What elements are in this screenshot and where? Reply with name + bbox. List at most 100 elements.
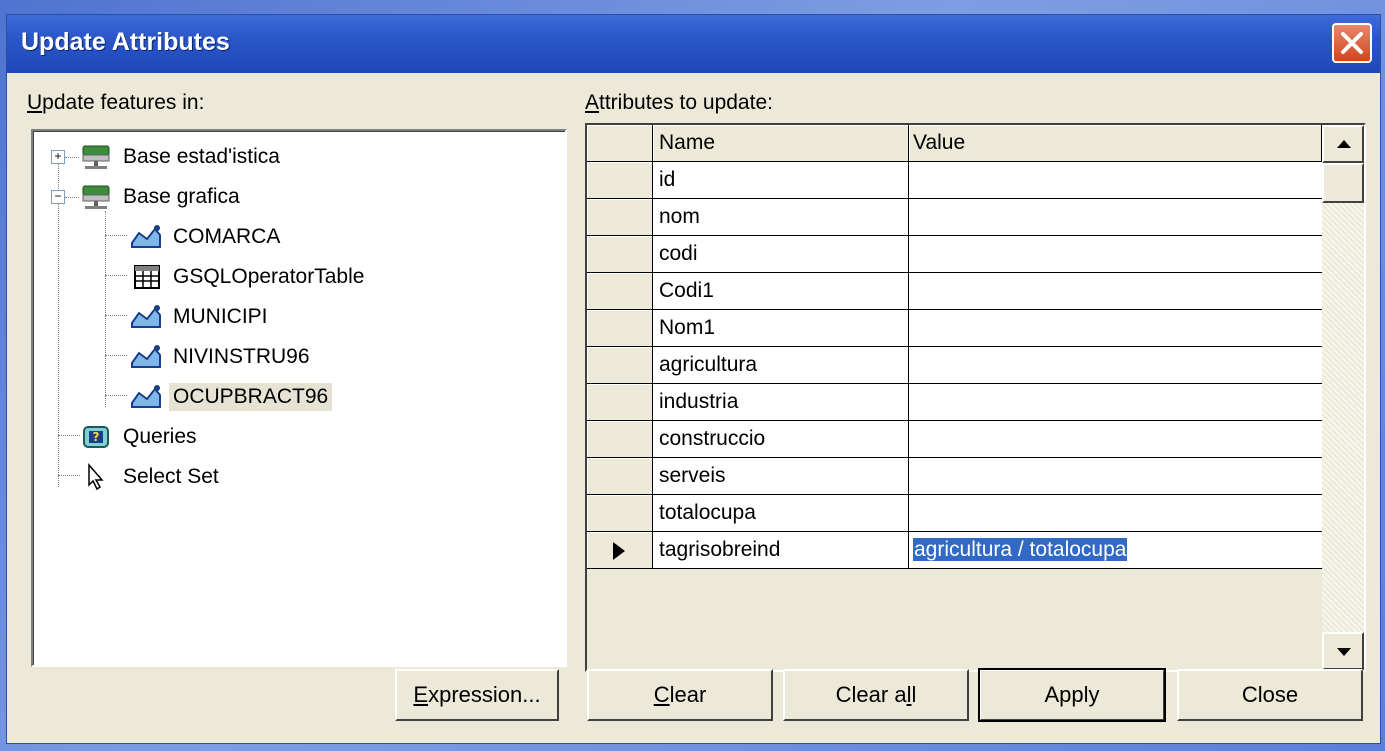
attributes-grid[interactable]: Name Value id nom codi Codi1 Nom1 agricu… — [585, 123, 1366, 672]
attribute-name: nom — [653, 199, 909, 236]
tree-connector — [105, 315, 127, 316]
tree-item-label: Select Set — [123, 465, 219, 488]
tree-connector — [105, 211, 106, 407]
tree-item-queries[interactable]: ? Queries — [79, 419, 201, 455]
feature-class-icon — [131, 305, 161, 328]
tree-connector — [105, 355, 127, 356]
table-row[interactable]: id — [587, 162, 1322, 199]
tree-item-label: NIVINSTRU96 — [173, 345, 310, 368]
selected-expression: agricultura / totalocupa — [913, 538, 1128, 561]
row-selector[interactable] — [587, 458, 653, 495]
arrow-down-icon — [1337, 648, 1351, 656]
tree-connector — [65, 197, 79, 198]
row-selector[interactable] — [587, 162, 653, 199]
tree-connector — [58, 159, 59, 487]
grid-header: Name Value — [587, 125, 1322, 162]
tree-connector — [105, 395, 127, 396]
table-row[interactable]: construccio — [587, 421, 1322, 458]
attribute-name: Codi1 — [653, 273, 909, 310]
expand-toggle[interactable]: + — [51, 150, 65, 164]
tree-item-nivinstru96[interactable]: NIVINSTRU96 — [129, 339, 314, 375]
current-row-arrow-icon — [613, 542, 625, 560]
grid-body: Name Value id nom codi Codi1 Nom1 agricu… — [587, 125, 1322, 670]
scroll-up-button[interactable] — [1322, 125, 1364, 163]
attribute-value[interactable] — [909, 495, 1322, 532]
attribute-value-editor[interactable]: agricultura / totalocupa — [909, 532, 1322, 569]
arrow-up-icon — [1337, 140, 1351, 148]
row-selector[interactable] — [587, 199, 653, 236]
row-selector[interactable] — [587, 236, 653, 273]
tree-item-label: COMARCA — [173, 225, 281, 248]
tree-connector — [105, 235, 127, 236]
tree-item-comarca[interactable]: COMARCA — [129, 219, 284, 255]
row-selector[interactable] — [587, 384, 653, 421]
attribute-name: codi — [653, 236, 909, 273]
attribute-name: Nom1 — [653, 310, 909, 347]
table-row[interactable]: Nom1 — [587, 310, 1322, 347]
tree-connector — [58, 435, 80, 436]
column-header-name[interactable]: Name — [653, 125, 909, 162]
tree-item-ocupbract96[interactable]: OCUPBRACT96 — [129, 379, 333, 415]
attribute-value[interactable] — [909, 458, 1322, 495]
attribute-value[interactable] — [909, 310, 1322, 347]
header-selector-cell — [587, 125, 653, 162]
tree-item-label: MUNICIPI — [173, 305, 268, 328]
row-selector[interactable] — [587, 495, 653, 532]
expression-button[interactable]: Expression... — [395, 669, 559, 721]
attribute-value[interactable] — [909, 162, 1322, 199]
attribute-name: agricultura — [653, 347, 909, 384]
row-selector[interactable] — [587, 310, 653, 347]
attribute-name: totalocupa — [653, 495, 909, 532]
table-row[interactable]: nom — [587, 199, 1322, 236]
attribute-value[interactable] — [909, 347, 1322, 384]
attribute-value[interactable] — [909, 236, 1322, 273]
close-button[interactable]: Close — [1177, 669, 1363, 721]
tree-item-base-grafica[interactable]: Base grafica — [79, 179, 244, 215]
attribute-name: id — [653, 162, 909, 199]
tree-item-label: Base estad'istica — [123, 145, 280, 168]
database-icon — [82, 145, 110, 169]
query-icon: ? — [83, 426, 109, 448]
tree-connector — [58, 475, 80, 476]
row-selector[interactable] — [587, 421, 653, 458]
clear-button[interactable]: Clear — [587, 669, 773, 721]
update-attributes-dialog: Update Attributes Update features in: + … — [6, 14, 1381, 744]
title-bar[interactable]: Update Attributes — [7, 15, 1380, 73]
attribute-name: construccio — [653, 421, 909, 458]
attribute-name: tagrisobreind — [653, 532, 909, 569]
update-features-label: Update features in: — [27, 91, 205, 114]
scroll-thumb[interactable] — [1322, 163, 1364, 203]
attribute-value[interactable] — [909, 421, 1322, 458]
feature-class-icon — [131, 345, 161, 368]
table-row[interactable]: agricultura — [587, 347, 1322, 384]
features-tree[interactable]: + − Base estad'istica Base grafica COMAR… — [31, 129, 567, 667]
attribute-value[interactable] — [909, 384, 1322, 421]
clear-all-button[interactable]: Clear all — [783, 669, 969, 721]
tree-item-select-set[interactable]: Select Set — [79, 459, 223, 495]
attribute-value[interactable] — [909, 199, 1322, 236]
close-icon — [1341, 32, 1363, 54]
attribute-value[interactable] — [909, 273, 1322, 310]
column-header-value[interactable]: Value — [909, 125, 1322, 162]
collapse-toggle[interactable]: − — [51, 190, 65, 204]
tree-connector — [65, 157, 79, 158]
row-selector[interactable] — [587, 532, 653, 569]
tree-item-gsqloperatortable[interactable]: GSQLOperatorTable — [129, 259, 368, 295]
tree-connector — [105, 275, 127, 276]
table-row[interactable]: serveis — [587, 458, 1322, 495]
tree-item-base-estadistica[interactable]: Base estad'istica — [79, 139, 284, 175]
table-row-current[interactable]: tagrisobreind agricultura / totalocupa — [587, 532, 1322, 569]
vertical-scrollbar[interactable] — [1322, 125, 1364, 670]
scroll-down-button[interactable] — [1322, 632, 1364, 670]
tree-item-municipi[interactable]: MUNICIPI — [129, 299, 272, 335]
table-row[interactable]: totalocupa — [587, 495, 1322, 532]
table-row[interactable]: codi — [587, 236, 1322, 273]
table-row[interactable]: Codi1 — [587, 273, 1322, 310]
row-selector[interactable] — [587, 273, 653, 310]
apply-button[interactable]: Apply — [978, 668, 1166, 722]
close-window-button[interactable] — [1332, 23, 1372, 63]
table-icon — [134, 265, 160, 289]
row-selector[interactable] — [587, 347, 653, 384]
table-row[interactable]: industria — [587, 384, 1322, 421]
window-title: Update Attributes — [21, 28, 230, 56]
